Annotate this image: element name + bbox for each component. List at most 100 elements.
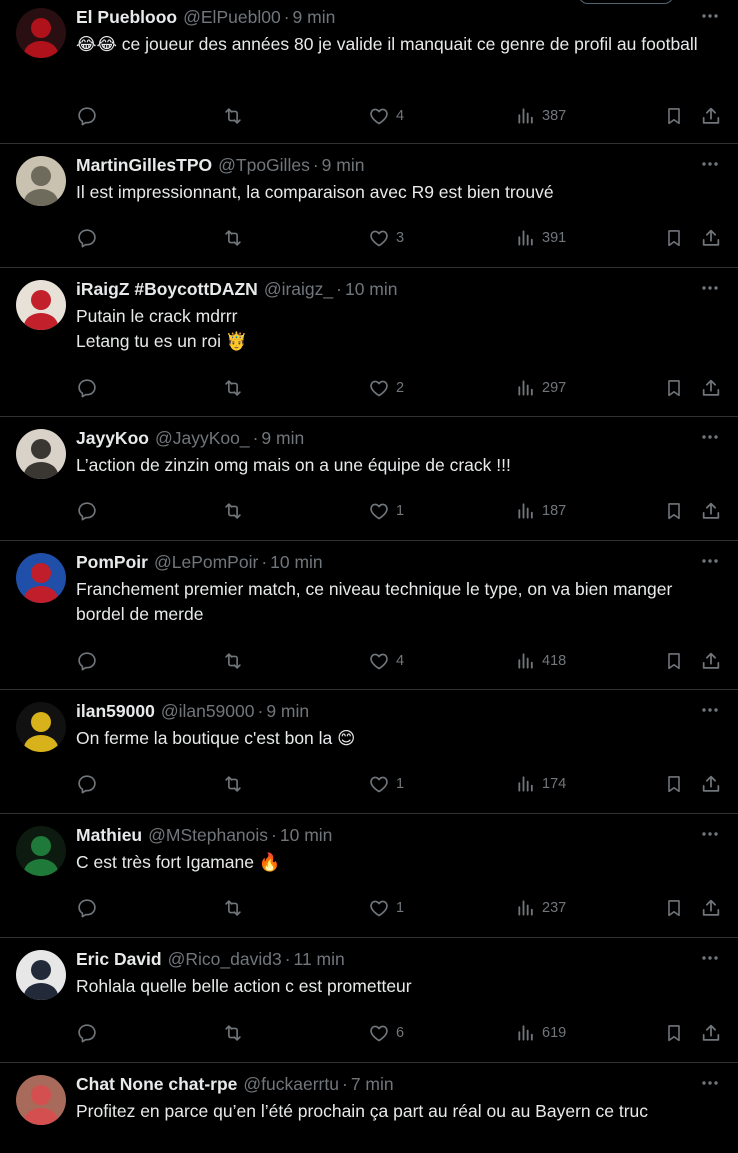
timestamp[interactable]: 9 min xyxy=(322,155,365,175)
user-handle[interactable]: @ilan59000 xyxy=(161,701,255,721)
like-button[interactable]: 1 xyxy=(368,772,404,796)
display-name[interactable]: El Pueblooo xyxy=(76,7,177,27)
tweet[interactable]: Eric David @Rico_david3 · 11 min Rohlala qu… xyxy=(0,938,738,1063)
bookmark-button[interactable] xyxy=(664,376,684,400)
share-button[interactable] xyxy=(700,376,722,400)
like-button[interactable]: 4 xyxy=(368,649,404,673)
bookmark-button[interactable] xyxy=(664,104,684,128)
avatar[interactable] xyxy=(16,156,66,206)
tweet[interactable]: iRaigZ #BoycottDAZN @iraigz_ · 10 min Putai… xyxy=(0,268,738,417)
display-name[interactable]: Eric David xyxy=(76,949,162,969)
reply-button[interactable] xyxy=(76,1021,104,1045)
retweet-button[interactable] xyxy=(221,499,251,523)
retweet-button[interactable] xyxy=(221,649,251,673)
avatar[interactable] xyxy=(16,1075,66,1125)
retweet-button[interactable] xyxy=(221,1021,251,1045)
more-options-icon[interactable] xyxy=(700,1073,720,1093)
timestamp[interactable]: 11 min xyxy=(294,949,345,969)
share-button[interactable] xyxy=(700,226,722,250)
bookmark-button[interactable] xyxy=(664,499,684,523)
user-handle[interactable]: @ElPuebl00 xyxy=(183,7,281,27)
avatar[interactable] xyxy=(16,429,66,479)
like-button[interactable]: 4 xyxy=(368,104,404,128)
avatar[interactable] xyxy=(16,950,66,1000)
views-button[interactable]: 174 xyxy=(516,772,566,796)
tweet[interactable]: Chat None chat-rpe @fuckaerrtu · 7 min Prof… xyxy=(0,1063,738,1153)
avatar[interactable] xyxy=(16,553,66,603)
retweet-button[interactable] xyxy=(221,772,251,796)
timestamp[interactable]: 9 min xyxy=(293,7,336,27)
like-button[interactable]: 2 xyxy=(368,376,404,400)
avatar[interactable] xyxy=(16,8,66,58)
tweet[interactable]: El Pueblooo @ElPuebl00 · 9 min 😂😂 ce joueur… xyxy=(0,0,738,144)
retweet-button[interactable] xyxy=(221,376,251,400)
timestamp[interactable]: 10 min xyxy=(345,279,398,299)
bookmark-button[interactable] xyxy=(664,649,684,673)
retweet-button[interactable] xyxy=(221,104,251,128)
user-handle[interactable]: @MStephanois xyxy=(148,825,268,845)
like-button[interactable]: 6 xyxy=(368,1021,404,1045)
retweet-button[interactable] xyxy=(221,896,251,920)
timestamp[interactable]: 9 min xyxy=(266,701,309,721)
timestamp[interactable]: 9 min xyxy=(261,428,304,448)
tweet[interactable]: MartinGillesTPO @TpoGilles · 9 min Il est i… xyxy=(0,144,738,268)
views-button[interactable]: 187 xyxy=(516,499,566,523)
retweet-button[interactable] xyxy=(221,226,251,250)
more-options-icon[interactable] xyxy=(700,427,720,447)
avatar[interactable] xyxy=(16,280,66,330)
like-button[interactable]: 1 xyxy=(368,499,404,523)
more-options-icon[interactable] xyxy=(700,824,720,844)
share-button[interactable] xyxy=(700,772,722,796)
timestamp[interactable]: 10 min xyxy=(270,552,323,572)
more-options-icon[interactable] xyxy=(700,700,720,720)
share-button[interactable] xyxy=(700,104,722,128)
reply-button[interactable] xyxy=(76,104,104,128)
more-options-icon[interactable] xyxy=(700,6,720,26)
tweet[interactable]: Mathieu @MStephanois · 10 min C est très fo… xyxy=(0,814,738,938)
avatar[interactable] xyxy=(16,826,66,876)
like-button[interactable]: 3 xyxy=(368,226,404,250)
display-name[interactable]: Mathieu xyxy=(76,825,142,845)
more-options-icon[interactable] xyxy=(700,551,720,571)
bookmark-button[interactable] xyxy=(664,772,684,796)
share-button[interactable] xyxy=(700,499,722,523)
more-options-icon[interactable] xyxy=(700,278,720,298)
avatar[interactable] xyxy=(16,702,66,752)
display-name[interactable]: iRaigZ #BoycottDAZN xyxy=(76,279,258,299)
like-button[interactable]: 1 xyxy=(368,896,404,920)
display-name[interactable]: PomPoir xyxy=(76,552,148,572)
reply-button[interactable] xyxy=(76,896,104,920)
display-name[interactable]: MartinGillesTPO xyxy=(76,155,212,175)
user-handle[interactable]: @Rico_david3 xyxy=(168,949,282,969)
share-button[interactable] xyxy=(700,1021,722,1045)
display-name[interactable]: Chat None chat-rpe xyxy=(76,1074,237,1094)
timestamp[interactable]: 7 min xyxy=(351,1074,394,1094)
reply-button[interactable] xyxy=(76,376,104,400)
views-button[interactable]: 387 xyxy=(516,104,566,128)
display-name[interactable]: JayyKoo xyxy=(76,428,149,448)
bookmark-button[interactable] xyxy=(664,1021,684,1045)
bookmark-button[interactable] xyxy=(664,896,684,920)
user-handle[interactable]: @iraigz_ xyxy=(264,279,333,299)
views-button[interactable]: 237 xyxy=(516,896,566,920)
reply-button[interactable] xyxy=(76,226,104,250)
tweet[interactable]: ilan59000 @ilan59000 · 9 min On ferme la bo… xyxy=(0,690,738,814)
bookmark-button[interactable] xyxy=(664,226,684,250)
user-handle[interactable]: @TpoGilles xyxy=(218,155,310,175)
tweet[interactable]: JayyKoo @JayyKoo_ · 9 min L’action de zinzi… xyxy=(0,417,738,541)
reply-button[interactable] xyxy=(76,649,104,673)
display-name[interactable]: ilan59000 xyxy=(76,701,155,721)
more-options-icon[interactable] xyxy=(700,154,720,174)
user-handle[interactable]: @LePomPoir xyxy=(154,552,258,572)
views-button[interactable]: 297 xyxy=(516,376,566,400)
views-button[interactable]: 418 xyxy=(516,649,566,673)
views-button[interactable]: 391 xyxy=(516,226,566,250)
tweet[interactable]: PomPoir @LePomPoir · 10 min Franchement pre… xyxy=(0,541,738,690)
share-button[interactable] xyxy=(700,649,722,673)
user-handle[interactable]: @fuckaerrtu xyxy=(243,1074,339,1094)
share-button[interactable] xyxy=(700,896,722,920)
reply-button[interactable] xyxy=(76,772,104,796)
reply-button[interactable] xyxy=(76,499,104,523)
views-button[interactable]: 619 xyxy=(516,1021,566,1045)
user-handle[interactable]: @JayyKoo_ xyxy=(155,428,250,448)
